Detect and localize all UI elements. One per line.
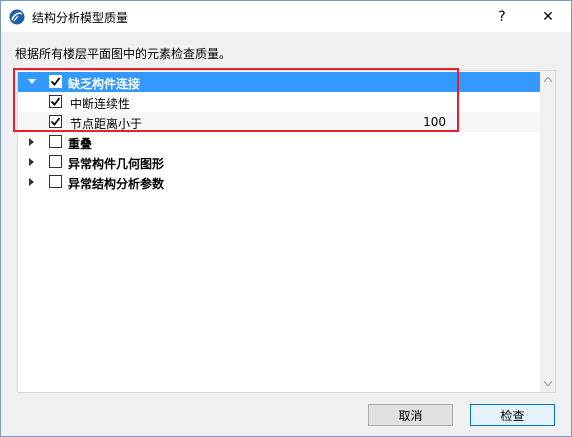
group-label: 缺乏构件连接 [68, 77, 141, 91]
expanded-triangle-icon[interactable] [27, 77, 37, 87]
close-button[interactable]: ✕ [525, 1, 571, 32]
group-checkbox[interactable] [49, 135, 62, 148]
item-checkbox[interactable] [49, 115, 62, 128]
collapsed-triangle-icon[interactable] [27, 157, 37, 167]
group-checkbox[interactable] [49, 155, 62, 168]
help-icon: ? [498, 8, 506, 25]
window-title: 结构分析模型质量 [32, 11, 129, 25]
cancel-button[interactable]: 取消 [368, 404, 453, 426]
archicad-app-icon [9, 9, 25, 25]
item-label: 节点距离小于 [70, 117, 143, 131]
collapsed-triangle-icon[interactable] [27, 137, 37, 147]
check-button[interactable]: 检查 [470, 404, 555, 426]
item-label: 中断连续性 [70, 97, 131, 111]
vertical-scrollbar[interactable] [540, 71, 555, 392]
group-label: 异常构件几何图形 [68, 157, 165, 171]
tree-item-discontinuity[interactable]: 中断连续性 [18, 92, 540, 112]
group-checkbox[interactable] [49, 75, 62, 88]
scroll-down-icon[interactable] [540, 375, 555, 392]
tree-group-overlap[interactable]: 重叠 [18, 132, 540, 152]
check-items-tree: 缺乏构件连接 中断连续性 节点距离小于 100 重叠 异常构件几何图形 异常结构… [17, 70, 556, 393]
help-button[interactable]: ? [479, 1, 525, 32]
close-icon: ✕ [542, 8, 554, 25]
tree-item-node-distance[interactable]: 节点距离小于 100 [18, 112, 540, 132]
node-distance-value[interactable]: 100 [423, 115, 446, 129]
title-bar: 结构分析模型质量 ? ✕ [1, 1, 571, 32]
dialog-window: 结构分析模型质量 ? ✕ 根据所有楼层平面图中的元素检查质量。 缺乏构件连接 中… [0, 0, 572, 437]
scroll-up-icon[interactable] [540, 71, 555, 88]
item-checkbox[interactable] [49, 95, 62, 108]
tree-group-missing-connections[interactable]: 缺乏构件连接 [18, 72, 540, 92]
group-checkbox[interactable] [49, 175, 62, 188]
group-label: 异常结构分析参数 [68, 177, 165, 191]
tree-group-abnormal-parameters[interactable]: 异常结构分析参数 [18, 172, 540, 192]
tree-group-abnormal-geometry[interactable]: 异常构件几何图形 [18, 152, 540, 172]
group-label: 重叠 [68, 137, 93, 151]
instruction-text: 根据所有楼层平面图中的元素检查质量。 [15, 47, 232, 61]
collapsed-triangle-icon[interactable] [27, 177, 37, 187]
